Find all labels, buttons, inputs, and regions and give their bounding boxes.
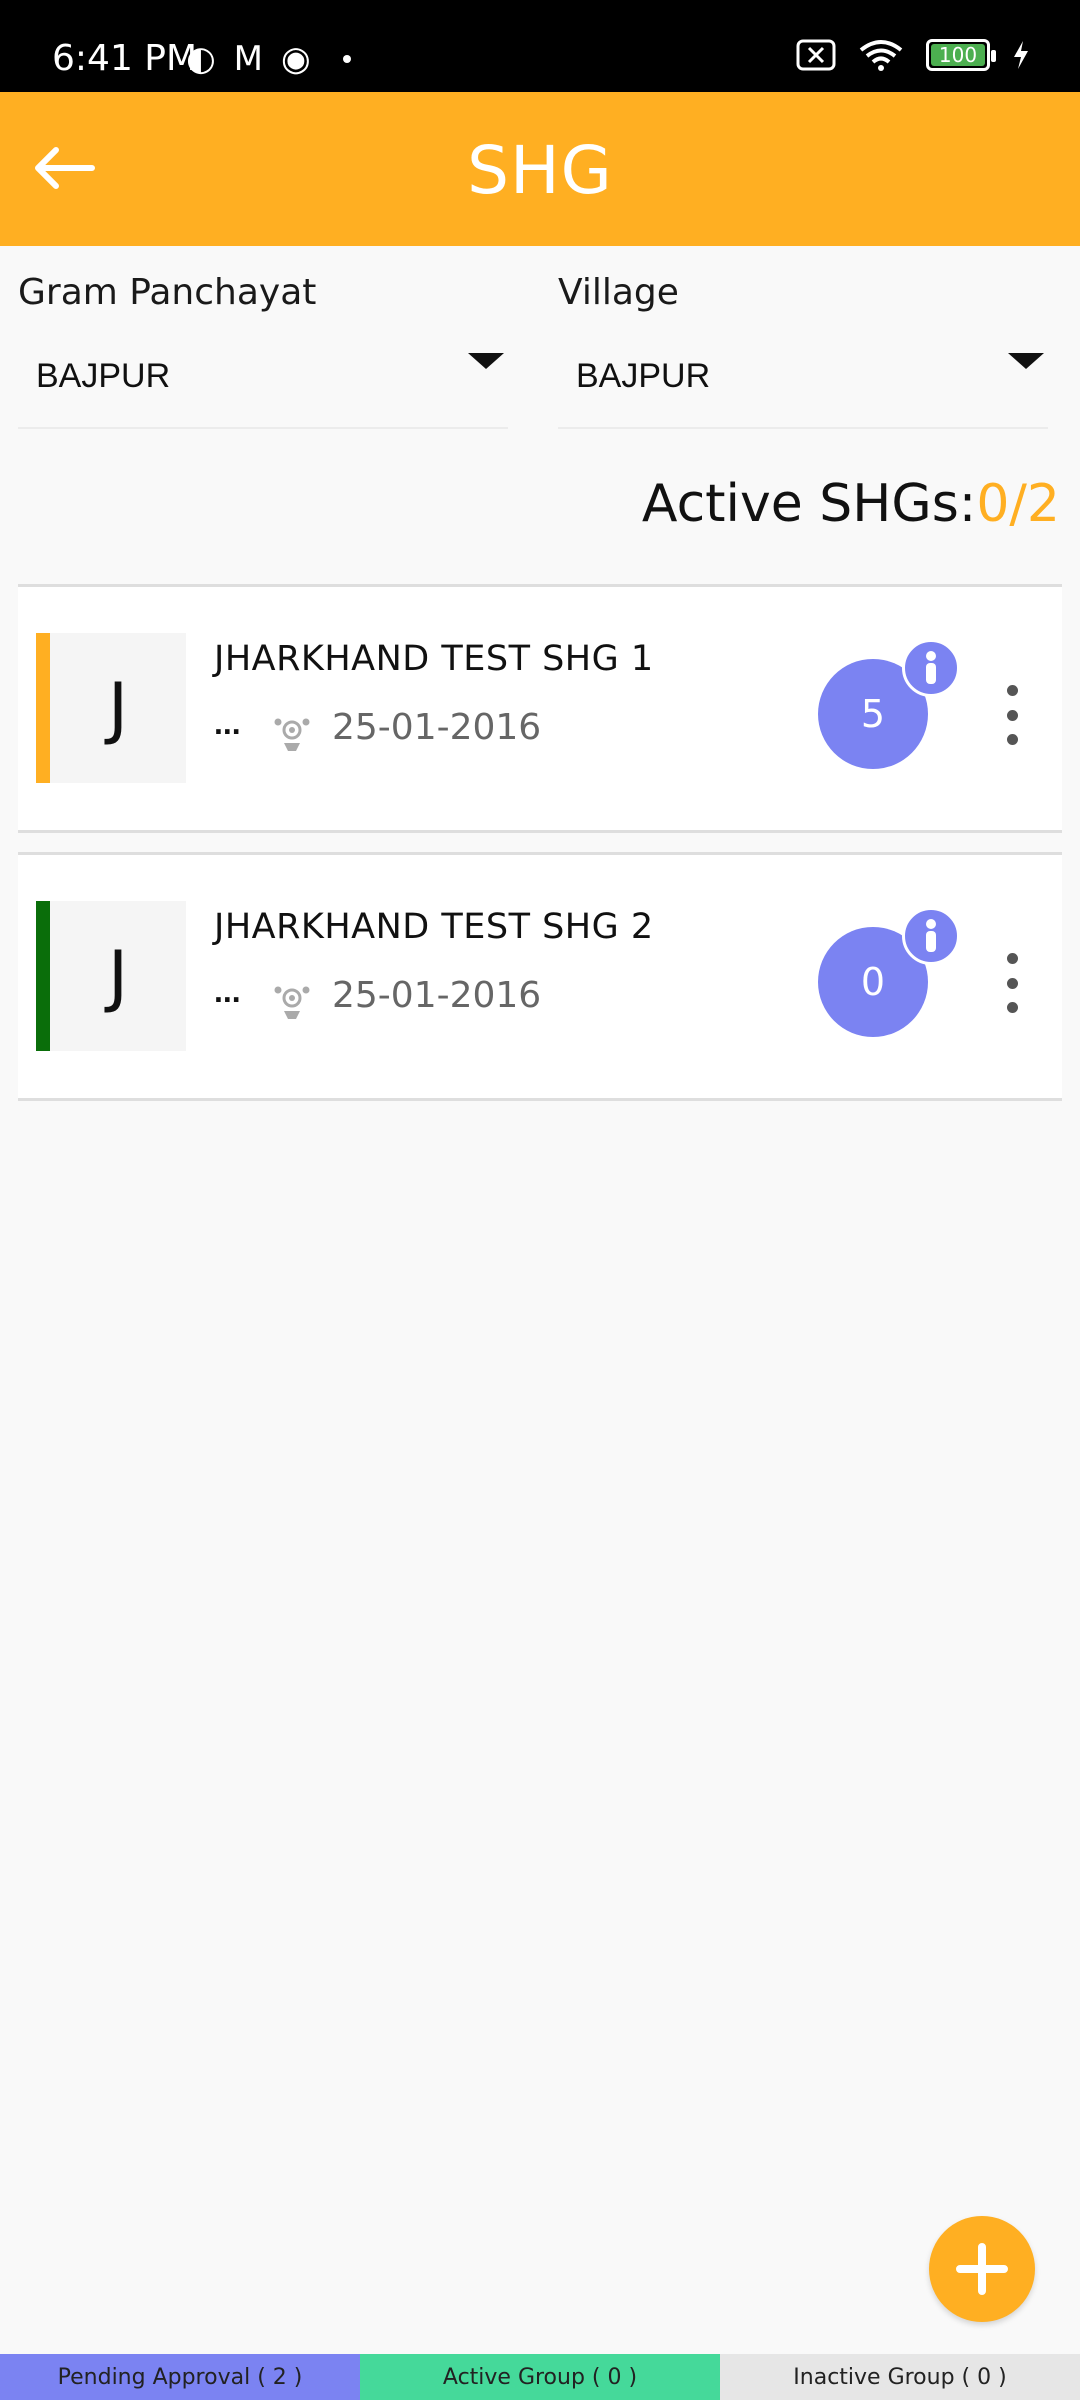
- more-vert-icon: [1006, 953, 1018, 964]
- page-title: SHG: [467, 132, 613, 209]
- tab-active-group[interactable]: Active Group ( 0 ): [360, 2354, 720, 2400]
- active-shgs-count: Active SHGs:0/2: [642, 474, 1060, 534]
- more-options-button[interactable]: [1000, 953, 1024, 1013]
- more-vert-icon: [1006, 685, 1018, 696]
- gram-panchayat-filter: Gram Panchayat BAJPUR: [18, 272, 508, 429]
- status-system-icons: 100: [796, 38, 1030, 72]
- village-filter: Village BAJPUR: [558, 272, 1048, 429]
- chevron-down-icon: [468, 353, 504, 369]
- chevron-down-icon: [1008, 353, 1044, 369]
- group-formation-icon: [274, 986, 310, 1019]
- battery-icon: 100: [926, 39, 996, 71]
- bottom-tab-bar: Pending Approval ( 2 ) Active Group ( 0 …: [0, 2354, 1080, 2400]
- no-sim-icon: [796, 39, 836, 71]
- media-app-icon: ◉: [281, 39, 311, 79]
- shg-list-item[interactable]: J JHARKHAND TEST SHG 2 ... 25-01-2016 0: [18, 852, 1062, 1101]
- battery-level: 100: [931, 44, 985, 66]
- tab-pending-approval[interactable]: Pending Approval ( 2 ): [0, 2354, 360, 2400]
- charging-icon: [1014, 41, 1028, 69]
- shg-avatar: J: [50, 633, 186, 783]
- shg-formation-date: 25-01-2016: [332, 707, 542, 748]
- shg-subtitle: ...: [214, 973, 241, 1009]
- plus-icon: [956, 2243, 1008, 2295]
- active-shgs-value: 0/2: [976, 474, 1060, 534]
- shg-formation-date: 25-01-2016: [332, 975, 542, 1016]
- village-value: BAJPUR: [576, 357, 711, 395]
- shg-avatar: J: [50, 901, 186, 1051]
- gram-panchayat-label: Gram Panchayat: [18, 272, 317, 313]
- tab-inactive-group[interactable]: Inactive Group ( 0 ): [720, 2354, 1080, 2400]
- more-options-button[interactable]: [1000, 685, 1024, 745]
- shg-list-item[interactable]: J JHARKHAND TEST SHG 1 ... 25-01-2016 5: [18, 584, 1062, 833]
- more-notifications-icon: [342, 55, 351, 63]
- app-bar: SHG: [0, 92, 1080, 246]
- info-icon: [926, 651, 936, 684]
- gram-panchayat-value: BAJPUR: [36, 357, 171, 395]
- village-dropdown[interactable]: BAJPUR: [558, 349, 1048, 429]
- village-label: Village: [558, 272, 679, 313]
- info-button[interactable]: [902, 639, 960, 697]
- status-stripe: [36, 901, 50, 1051]
- shg-name: JHARKHAND TEST SHG 2: [214, 907, 654, 947]
- add-shg-button[interactable]: [929, 2216, 1035, 2322]
- status-notification-icons: ◐ M ◉: [186, 40, 351, 78]
- wifi-icon: [859, 40, 903, 71]
- shg-subtitle: ...: [214, 705, 241, 741]
- status-bar: 6:41 PM ◐ M ◉ 100: [0, 0, 1080, 92]
- gmail-icon: M: [233, 39, 264, 79]
- info-button[interactable]: [902, 907, 960, 965]
- gram-panchayat-dropdown[interactable]: BAJPUR: [18, 349, 508, 429]
- active-shgs-label: Active SHGs:: [641, 474, 977, 534]
- status-time: 6:41 PM: [52, 38, 198, 79]
- status-stripe: [36, 633, 50, 783]
- info-icon: [926, 919, 936, 952]
- shg-name: JHARKHAND TEST SHG 1: [214, 639, 654, 679]
- group-formation-icon: [274, 718, 310, 751]
- notification-app-icon: ◐: [186, 39, 216, 79]
